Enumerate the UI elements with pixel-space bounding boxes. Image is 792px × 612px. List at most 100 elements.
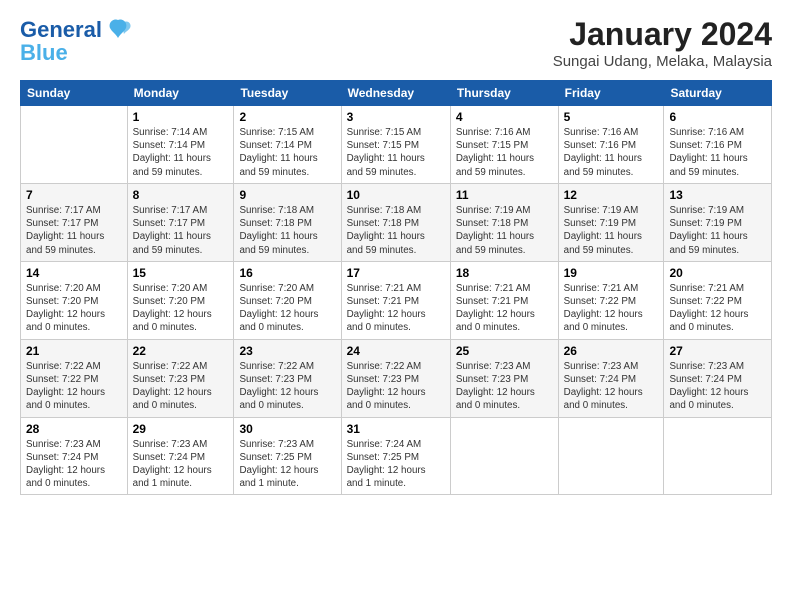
day-number: 30	[239, 422, 335, 436]
day-number: 25	[456, 344, 553, 358]
table-row: 21Sunrise: 7:22 AM Sunset: 7:22 PM Dayli…	[21, 339, 128, 417]
day-info: Sunrise: 7:15 AM Sunset: 7:14 PM Dayligh…	[239, 126, 335, 179]
day-info: Sunrise: 7:17 AM Sunset: 7:17 PM Dayligh…	[26, 204, 122, 257]
header-tuesday: Tuesday	[234, 81, 341, 106]
header-friday: Friday	[558, 81, 664, 106]
day-number: 22	[133, 344, 229, 358]
day-info: Sunrise: 7:23 AM Sunset: 7:24 PM Dayligh…	[669, 360, 766, 413]
table-row: 18Sunrise: 7:21 AM Sunset: 7:21 PM Dayli…	[450, 261, 558, 339]
day-info: Sunrise: 7:21 AM Sunset: 7:21 PM Dayligh…	[347, 282, 445, 335]
day-number: 19	[564, 266, 659, 280]
day-info: Sunrise: 7:20 AM Sunset: 7:20 PM Dayligh…	[239, 282, 335, 335]
day-info: Sunrise: 7:17 AM Sunset: 7:17 PM Dayligh…	[133, 204, 229, 257]
table-row	[21, 106, 128, 184]
day-info: Sunrise: 7:18 AM Sunset: 7:18 PM Dayligh…	[239, 204, 335, 257]
day-number: 4	[456, 110, 553, 124]
day-number: 1	[133, 110, 229, 124]
day-number: 17	[347, 266, 445, 280]
day-info: Sunrise: 7:22 AM Sunset: 7:23 PM Dayligh…	[347, 360, 445, 413]
table-row: 27 Sunrise: 7:23 AM Sunset: 7:24 PM Dayli…	[664, 339, 772, 417]
day-number: 9	[239, 188, 335, 202]
day-info: Sunrise: 7:22 AM Sunset: 7:23 PM Dayligh…	[133, 360, 229, 413]
day-info: Sunrise: 7:23 AM Sunset: 7:24 PM Dayligh…	[26, 438, 122, 491]
day-info: Sunrise: 7:23 AM Sunset: 7:23 PM Dayligh…	[456, 360, 553, 413]
day-number: 16	[239, 266, 335, 280]
title-block: January 2024 Sungai Udang, Melaka, Malay…	[553, 16, 772, 70]
day-number: 20	[669, 266, 766, 280]
table-row: 16 Sunrise: 7:20 AM Sunset: 7:20 PM Dayli…	[234, 261, 341, 339]
day-info: Sunrise: 7:21 AM Sunset: 7:22 PM Dayligh…	[669, 282, 766, 335]
header-sunday: Sunday	[21, 81, 128, 106]
calendar-week-row: 28Sunrise: 7:23 AM Sunset: 7:24 PM Dayli…	[21, 417, 772, 495]
table-row: 26 Sunrise: 7:23 AM Sunset: 7:24 PM Dayli…	[558, 339, 664, 417]
table-row: 8 Sunrise: 7:17 AM Sunset: 7:17 PM Daylig…	[127, 183, 234, 261]
table-row: 7 Sunrise: 7:17 AM Sunset: 7:17 PM Daylig…	[21, 183, 128, 261]
table-row: 9 Sunrise: 7:18 AM Sunset: 7:18 PM Daylig…	[234, 183, 341, 261]
day-info: Sunrise: 7:21 AM Sunset: 7:22 PM Dayligh…	[564, 282, 659, 335]
day-info: Sunrise: 7:23 AM Sunset: 7:25 PM Dayligh…	[239, 438, 335, 491]
table-row: 3 Sunrise: 7:15 AM Sunset: 7:15 PM Daylig…	[341, 106, 450, 184]
calendar-week-row: 14Sunrise: 7:20 AM Sunset: 7:20 PM Dayli…	[21, 261, 772, 339]
day-number: 2	[239, 110, 335, 124]
logo: General Blue	[20, 16, 132, 64]
day-number: 27	[669, 344, 766, 358]
day-number: 21	[26, 344, 122, 358]
calendar-week-row: 7 Sunrise: 7:17 AM Sunset: 7:17 PM Daylig…	[21, 183, 772, 261]
day-number: 3	[347, 110, 445, 124]
header-thursday: Thursday	[450, 81, 558, 106]
table-row: 14Sunrise: 7:20 AM Sunset: 7:20 PM Dayli…	[21, 261, 128, 339]
day-number: 29	[133, 422, 229, 436]
page: General Blue January 2024 Sungai Udang, …	[0, 0, 792, 505]
table-row	[558, 417, 664, 495]
day-info: Sunrise: 7:18 AM Sunset: 7:18 PM Dayligh…	[347, 204, 445, 257]
table-row	[664, 417, 772, 495]
day-number: 11	[456, 188, 553, 202]
header-wednesday: Wednesday	[341, 81, 450, 106]
day-number: 15	[133, 266, 229, 280]
day-number: 5	[564, 110, 659, 124]
day-info: Sunrise: 7:19 AM Sunset: 7:19 PM Dayligh…	[669, 204, 766, 257]
calendar-week-row: 21Sunrise: 7:22 AM Sunset: 7:22 PM Dayli…	[21, 339, 772, 417]
day-info: Sunrise: 7:22 AM Sunset: 7:23 PM Dayligh…	[239, 360, 335, 413]
day-number: 13	[669, 188, 766, 202]
header: General Blue January 2024 Sungai Udang, …	[20, 16, 772, 70]
table-row: 15Sunrise: 7:20 AM Sunset: 7:20 PM Dayli…	[127, 261, 234, 339]
day-info: Sunrise: 7:20 AM Sunset: 7:20 PM Dayligh…	[26, 282, 122, 335]
table-row: 13 Sunrise: 7:19 AM Sunset: 7:19 PM Dayli…	[664, 183, 772, 261]
day-number: 23	[239, 344, 335, 358]
day-number: 7	[26, 188, 122, 202]
calendar-table: Sunday Monday Tuesday Wednesday Thursday…	[20, 80, 772, 495]
table-row: 1Sunrise: 7:14 AM Sunset: 7:14 PM Daylig…	[127, 106, 234, 184]
logo-general: General	[20, 19, 102, 41]
day-number: 24	[347, 344, 445, 358]
table-row: 30 Sunrise: 7:23 AM Sunset: 7:25 PM Dayli…	[234, 417, 341, 495]
day-number: 26	[564, 344, 659, 358]
table-row: 22 Sunrise: 7:22 AM Sunset: 7:23 PM Dayli…	[127, 339, 234, 417]
table-row: 19 Sunrise: 7:21 AM Sunset: 7:22 PM Dayli…	[558, 261, 664, 339]
day-number: 18	[456, 266, 553, 280]
day-number: 12	[564, 188, 659, 202]
header-saturday: Saturday	[664, 81, 772, 106]
table-row: 25 Sunrise: 7:23 AM Sunset: 7:23 PM Dayli…	[450, 339, 558, 417]
table-row: 31Sunrise: 7:24 AM Sunset: 7:25 PM Dayli…	[341, 417, 450, 495]
calendar-subtitle: Sungai Udang, Melaka, Malaysia	[553, 53, 772, 70]
logo-bird-icon	[104, 16, 132, 44]
day-number: 10	[347, 188, 445, 202]
day-info: Sunrise: 7:19 AM Sunset: 7:19 PM Dayligh…	[564, 204, 659, 257]
day-info: Sunrise: 7:16 AM Sunset: 7:15 PM Dayligh…	[456, 126, 553, 179]
day-info: Sunrise: 7:23 AM Sunset: 7:24 PM Dayligh…	[133, 438, 229, 491]
table-row: 17 Sunrise: 7:21 AM Sunset: 7:21 PM Dayli…	[341, 261, 450, 339]
day-info: Sunrise: 7:23 AM Sunset: 7:24 PM Dayligh…	[564, 360, 659, 413]
day-info: Sunrise: 7:19 AM Sunset: 7:18 PM Dayligh…	[456, 204, 553, 257]
table-row: 29 Sunrise: 7:23 AM Sunset: 7:24 PM Dayli…	[127, 417, 234, 495]
day-number: 8	[133, 188, 229, 202]
table-row: 11 Sunrise: 7:19 AM Sunset: 7:18 PM Dayli…	[450, 183, 558, 261]
table-row: 5Sunrise: 7:16 AM Sunset: 7:16 PM Daylig…	[558, 106, 664, 184]
table-row: 20 Sunrise: 7:21 AM Sunset: 7:22 PM Dayli…	[664, 261, 772, 339]
table-row: 24 Sunrise: 7:22 AM Sunset: 7:23 PM Dayli…	[341, 339, 450, 417]
day-info: Sunrise: 7:15 AM Sunset: 7:15 PM Dayligh…	[347, 126, 445, 179]
table-row: 12 Sunrise: 7:19 AM Sunset: 7:19 PM Dayli…	[558, 183, 664, 261]
calendar-title: January 2024	[553, 16, 772, 53]
day-number: 6	[669, 110, 766, 124]
table-row: 28Sunrise: 7:23 AM Sunset: 7:24 PM Dayli…	[21, 417, 128, 495]
